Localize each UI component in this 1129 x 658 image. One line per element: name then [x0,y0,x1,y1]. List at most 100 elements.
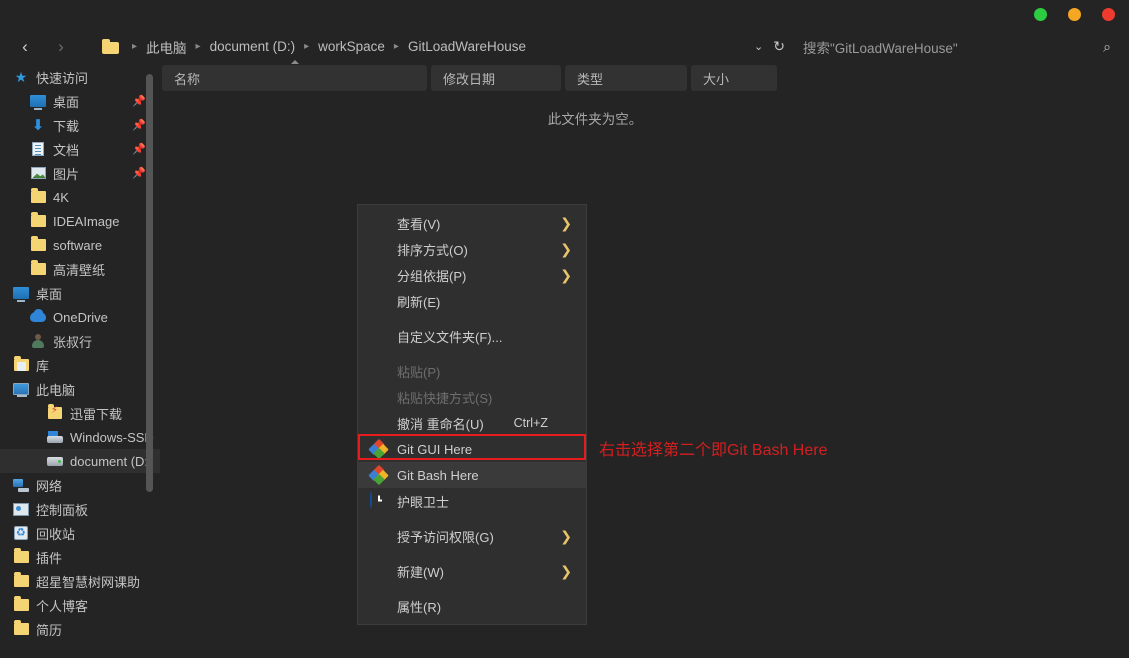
sidebar-item-12[interactable]: 库 [0,353,160,377]
ssd-icon [46,428,64,446]
menu-item-label: 粘贴快捷方式(S) [397,390,493,406]
sidebar-item-19[interactable]: 回收站 [0,521,160,545]
sidebar-item-2[interactable]: ⬇ 下载 📌 [0,113,160,137]
column-header-label: 类型 [577,71,604,87]
sidebar-item-9[interactable]: 桌面 [0,281,160,305]
title-bar [0,0,1129,28]
sidebar-item-label: 高清壁纸 [53,262,106,278]
search-input[interactable]: 搜索"GitLoadWareHouse" ⌕ [793,33,1123,61]
search-icon[interactable]: ⌕ [1103,38,1111,55]
menu-item-label: 粘贴(P) [397,364,441,380]
menu-item-12[interactable]: 新建(W) ❯ [358,558,586,584]
column-header-type[interactable]: 类型 [565,65,687,91]
context-menu[interactable]: 查看(V) ❯ 排序方式(O) ❯ 分组依据(P) ❯ 刷新(E) 自定义文件夹(F)... 粘… [357,204,587,625]
file-explorer-window: ‹ › ▸ 此电脑 ▸ document (D:) ▸ workSpace ▸ … [0,0,1129,658]
column-header-name[interactable]: 名称 [162,60,427,91]
sidebar-item-14[interactable]: 迅雷下载 [0,401,160,425]
menu-item-3[interactable]: 刷新(E) [358,288,586,314]
pin-icon[interactable]: 📌 [132,167,146,180]
pin-icon[interactable]: 📌 [132,143,146,156]
sidebar-item-3[interactable]: 文档 📌 [0,137,160,161]
sidebar-item-label: 4K [53,189,69,205]
sidebar-item-8[interactable]: 高清壁纸 [0,257,160,281]
pin-icon[interactable]: 📌 [132,119,146,132]
menu-item-2[interactable]: 分组依据(P) ❯ [358,262,586,288]
menu-item-13[interactable]: 属性(R) [358,593,586,619]
breadcrumb-item-3[interactable]: GitLoadWareHouse [408,39,526,54]
lib-icon [12,356,30,374]
folder-icon [12,596,30,614]
breadcrumb-item-1[interactable]: document (D:) [210,39,296,54]
close-button[interactable] [1102,8,1115,21]
menu-item-label: Git GUI Here [397,441,473,457]
sidebar-item-15[interactable]: Windows-SSD [0,425,160,449]
menu-item-0[interactable]: 查看(V) ❯ [358,210,586,236]
breadcrumb-item-0[interactable]: 此电脑 [146,37,187,57]
panel-icon [12,500,30,518]
sidebar-item-label: 回收站 [36,526,76,542]
sidebar-item-16[interactable]: document (D:) [0,449,160,473]
menu-item-9[interactable]: Git Bash Here [358,462,586,488]
sidebar-item-label: 图片 [53,166,80,182]
sidebar-item-23[interactable]: 简历 [0,617,160,641]
menu-separator [358,514,586,523]
chevron-right-icon: ❯ [560,528,572,544]
sort-ascending-icon [290,60,299,64]
pc-icon [12,380,30,398]
sidebar-item-17[interactable]: 网络 [0,473,160,497]
menu-item-4[interactable]: 自定义文件夹(F)... [358,323,586,349]
menu-separator [358,584,586,593]
window-bottom-edge [0,654,1129,658]
menu-item-8[interactable]: Git GUI Here [358,436,586,462]
minimize-button[interactable] [1034,8,1047,21]
breadcrumb-item-2[interactable]: workSpace [318,39,385,54]
sidebar-item-label: software [53,237,103,253]
pic-icon [29,164,47,182]
sidebar-item-label: 张叔行 [53,334,93,350]
chevron-down-icon[interactable]: ⌄ [748,40,769,53]
sidebar-item-4[interactable]: 图片 📌 [0,161,160,185]
forward-button[interactable]: › [46,32,76,62]
sidebar-item-18[interactable]: 控制面板 [0,497,160,521]
sidebar-item-label: document (D:) [70,453,153,469]
sidebar-item-22[interactable]: 个人博客 [0,593,160,617]
menu-item-11[interactable]: 授予访问权限(G) ❯ [358,523,586,549]
address-bar: ‹ › ▸ 此电脑 ▸ document (D:) ▸ workSpace ▸ … [0,28,1129,65]
menu-item-1[interactable]: 排序方式(O) ❯ [358,236,586,262]
back-button[interactable]: ‹ [10,32,40,62]
sidebar-item-1[interactable]: 桌面 📌 [0,89,160,113]
chevron-right-icon: ❯ [560,241,572,257]
sidebar-scrollbar-thumb[interactable] [146,74,153,492]
folder-icon [29,236,47,254]
menu-item-label: 属性(R) [397,599,442,615]
menu-item-label: Git Bash Here [397,467,479,483]
sidebar-item-20[interactable]: 插件 [0,545,160,569]
menu-item-label: 撤消 重命名(U) [397,416,484,432]
sidebar-item-5[interactable]: 4K [0,185,160,209]
sidebar-item-6[interactable]: IDEAImage [0,209,160,233]
maximize-button[interactable] [1068,8,1081,21]
sidebar-item-21[interactable]: 超星智慧树网课助 [0,569,160,593]
search-placeholder: 搜索"GitLoadWareHouse" [803,40,958,56]
folder-icon [12,572,30,590]
star-icon: ★ [14,68,28,85]
address-bar-right: ⌄ ↻ 搜索"GitLoadWareHouse" ⌕ [748,28,1129,65]
menu-item-10[interactable]: 护眼卫士 [358,488,586,514]
menu-item-7[interactable]: 撤消 重命名(U) Ctrl+Z [358,410,586,436]
annotation-text: 右击选择第二个即Git Bash Here [599,442,828,459]
sidebar-item-10[interactable]: OneDrive [0,305,160,329]
git-icon [368,438,389,460]
sidebar-item-label: 迅雷下载 [70,406,123,422]
refresh-icon[interactable]: ↻ [769,38,793,55]
column-header-size[interactable]: 大小 [691,65,777,91]
navigation-sidebar[interactable]: ★ 快速访问 桌面 📌 ⬇ 下载 📌 文档 📌 图片 📌 4K IDEAImage software 高清壁… [0,65,160,658]
sidebar-item-13[interactable]: 此电脑 [0,377,160,401]
person-icon [29,332,47,350]
column-header-date[interactable]: 修改日期 [431,65,561,91]
sidebar-item-7[interactable]: software [0,233,160,257]
sidebar-item-0[interactable]: ★ 快速访问 [0,65,160,89]
menu-item-label: 排序方式(O) [397,242,468,258]
pin-icon[interactable]: 📌 [132,95,146,108]
sidebar-item-11[interactable]: 张叔行 [0,329,160,353]
menu-item-label: 护眼卫士 [397,494,450,510]
